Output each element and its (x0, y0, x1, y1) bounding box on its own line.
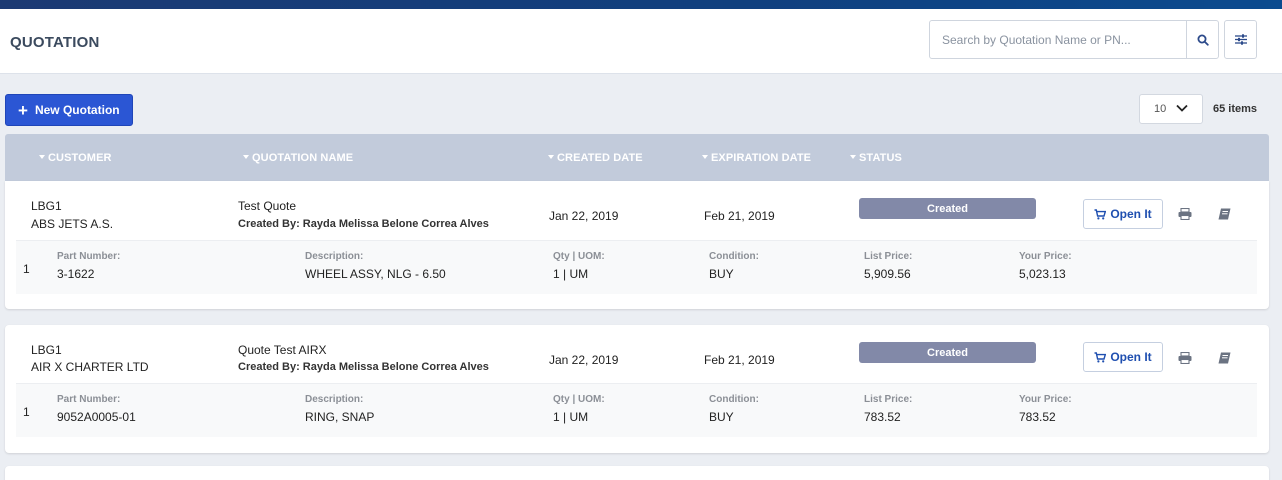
quotation-card-partial (5, 466, 1269, 480)
line-number: 1 (23, 262, 30, 276)
customer-code: LBG1 (31, 343, 62, 357)
qty-uom-label: Qty | UOM: (553, 394, 605, 405)
items-count: 65 items (1213, 103, 1258, 115)
column-header-quotation-name[interactable]: QUOTATION NAME (243, 152, 353, 164)
your-price-value: 783.52 (1019, 410, 1056, 424)
print-icon (1178, 352, 1192, 364)
qty-uom-value: 1 | UM (553, 410, 589, 424)
customer-name: ABS JETS A.S. (31, 217, 114, 231)
search-box (929, 20, 1219, 59)
description-label: Description: (305, 394, 364, 405)
new-quotation-label: New Quotation (34, 103, 120, 117)
part-number-label: Part Number: (57, 251, 121, 262)
description-value: RING, SNAP (305, 410, 375, 424)
quotation-name: Quote Test AIRX (238, 343, 327, 357)
your-price-label: Your Price: (1019, 394, 1072, 405)
column-header-label: EXPIRATION DATE (711, 152, 812, 164)
list-price-value: 5,909.56 (864, 267, 911, 281)
qty-uom-label: Qty | UOM: (553, 251, 605, 262)
column-header-label: STATUS (859, 152, 902, 164)
list-price-label: List Price: (864, 251, 913, 262)
open-it-label: Open It (1110, 350, 1152, 364)
column-header-label: CREATED DATE (557, 152, 643, 164)
condition-label: Condition: (709, 394, 759, 405)
column-header-customer[interactable]: CUSTOMER (39, 152, 112, 164)
created-date: Jan 22, 2019 (549, 353, 619, 367)
cart-icon (1094, 351, 1107, 362)
customer-name: AIR X CHARTER LTD (31, 360, 149, 374)
sort-caret-icon (702, 155, 708, 160)
search-input[interactable] (930, 21, 1187, 58)
table-header: CUSTOMER QUOTATION NAME CREATED DATE EXP… (5, 134, 1269, 181)
plus-icon: + (18, 100, 28, 120)
column-header-created-date[interactable]: CREATED DATE (548, 152, 643, 164)
notes-button[interactable] (1215, 349, 1233, 367)
part-number-label: Part Number: (57, 394, 121, 405)
sort-caret-icon (39, 155, 45, 160)
column-header-label: CUSTOMER (48, 152, 112, 164)
sort-caret-icon (548, 155, 554, 160)
expiration-date: Feb 21, 2019 (704, 353, 775, 367)
quotation-card: LBG1 AIR X CHARTER LTD Quote Test AIRX C… (5, 325, 1269, 453)
line-item-row: 1 Part Number: 3-1622 Description: WHEEL… (16, 240, 1257, 294)
column-header-expiration-date[interactable]: EXPIRATION DATE (702, 152, 811, 164)
chevron-down-icon (1176, 104, 1188, 112)
items-per-page-value: 10 (1154, 103, 1167, 115)
your-price-value: 5,023.13 (1019, 267, 1066, 281)
quotation-name: Test Quote (238, 199, 297, 213)
list-price-value: 783.52 (864, 410, 901, 424)
sort-caret-icon (850, 155, 856, 160)
book-icon (1218, 352, 1230, 364)
expiration-date: Feb 21, 2019 (704, 209, 775, 223)
items-per-page-select[interactable]: 10 (1139, 94, 1203, 124)
line-number: 1 (23, 405, 30, 419)
description-value: WHEEL ASSY, NLG - 6.50 (305, 267, 446, 281)
top-accent-bar (0, 0, 1282, 9)
condition-value: BUY (709, 267, 734, 281)
print-icon (1178, 208, 1192, 220)
quotation-card: LBG1 ABS JETS A.S. Test Quote Created By… (5, 181, 1269, 309)
status-badge: Created (859, 198, 1036, 219)
search-button[interactable] (1186, 21, 1218, 58)
condition-value: BUY (709, 410, 734, 424)
filter-button[interactable] (1224, 20, 1257, 59)
column-header-label: QUOTATION NAME (252, 152, 354, 164)
print-button[interactable] (1176, 205, 1194, 223)
open-it-button[interactable]: Open It (1083, 199, 1163, 229)
list-price-label: List Price: (864, 394, 913, 405)
search-icon (1197, 34, 1209, 46)
created-by: Created By: Rayda Melissa Belone Correa … (238, 218, 489, 230)
cart-icon (1094, 208, 1107, 219)
print-button[interactable] (1176, 349, 1194, 367)
book-icon (1218, 208, 1230, 220)
page-header: QUOTATION (0, 9, 1282, 74)
part-number-value: 3-1622 (57, 267, 95, 281)
description-label: Description: (305, 251, 364, 262)
status-badge: Created (859, 342, 1036, 363)
column-header-status[interactable]: STATUS (850, 152, 902, 164)
page-title: QUOTATION (10, 34, 100, 51)
notes-button[interactable] (1215, 205, 1233, 223)
customer-code: LBG1 (31, 199, 62, 213)
new-quotation-button[interactable]: + New Quotation (5, 94, 133, 126)
condition-label: Condition: (709, 251, 759, 262)
created-date: Jan 22, 2019 (549, 209, 619, 223)
your-price-label: Your Price: (1019, 251, 1072, 262)
qty-uom-value: 1 | UM (553, 267, 589, 281)
open-it-label: Open It (1110, 207, 1152, 221)
created-by: Created By: Rayda Melissa Belone Correa … (238, 361, 489, 373)
sort-caret-icon (243, 155, 249, 160)
open-it-button[interactable]: Open It (1083, 342, 1163, 372)
part-number-value: 9052A0005-01 (57, 410, 136, 424)
filter-sliders-icon (1234, 34, 1247, 45)
line-item-row: 1 Part Number: 9052A0005-01 Description:… (16, 383, 1257, 437)
